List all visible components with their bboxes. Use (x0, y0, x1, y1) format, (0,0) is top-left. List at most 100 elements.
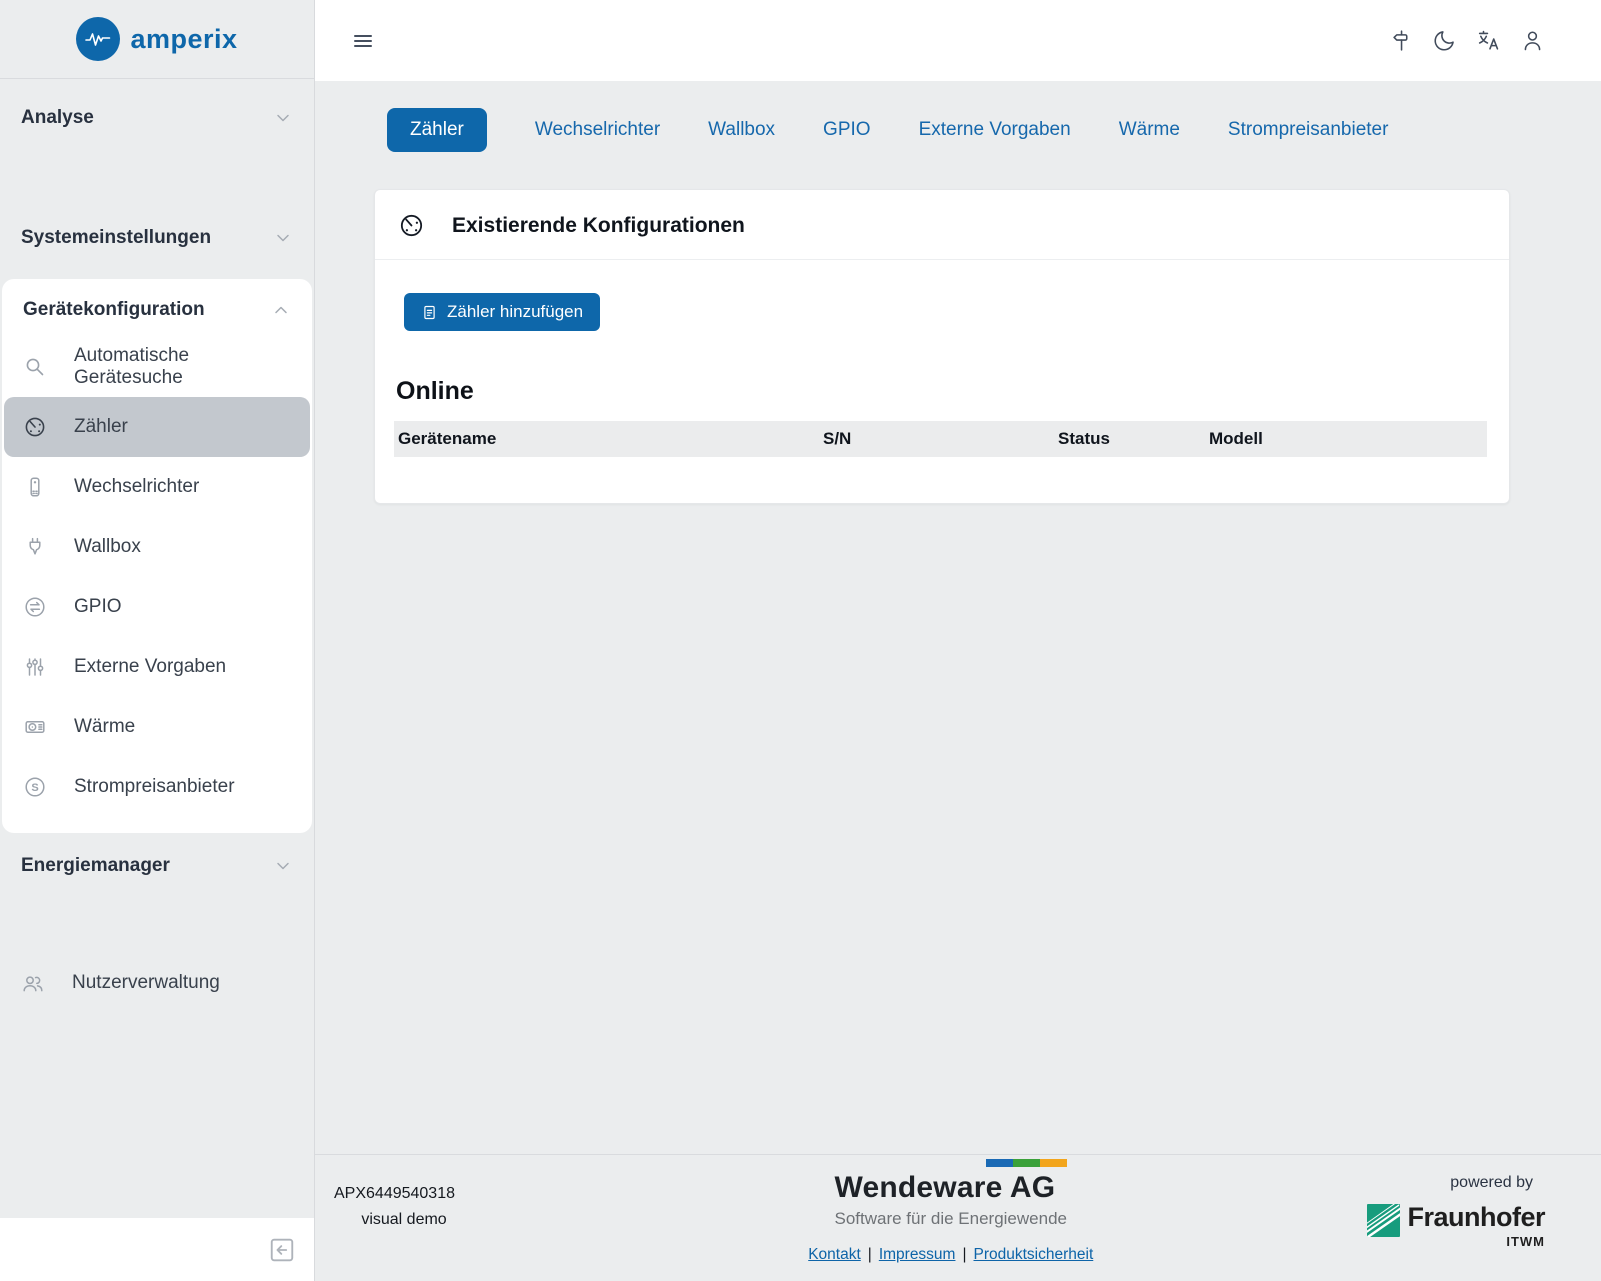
link-separator (861, 1246, 879, 1263)
powered-by-label: powered by (1450, 1174, 1533, 1192)
sidebar-section-analyse[interactable]: Analyse (0, 91, 314, 145)
sidebar-item-label: Wallbox (74, 536, 141, 558)
column-header-status: Status (1054, 429, 1205, 449)
sidebar-section-systemeinstellungen[interactable]: Systemeinstellungen (0, 211, 314, 265)
sidebar-item-label: Strompreisanbieter (74, 776, 235, 798)
column-header-geraetename: Gerätename (394, 429, 819, 449)
sidebar-item-strompreisanbieter[interactable]: S Strompreisanbieter (2, 757, 312, 817)
wendeware-brand: Wendeware AG Software für die Energiewen… (835, 1159, 1067, 1229)
link-kontakt[interactable]: Kontakt (808, 1246, 861, 1263)
fraunhofer-text: Fraunhofer ITWM (1407, 1204, 1545, 1249)
topbar (315, 0, 1601, 81)
sidebar-item-waerme[interactable]: Wärme (2, 697, 312, 757)
language-icon[interactable] (1476, 28, 1501, 53)
fraunhofer-logo: Fraunhofer ITWM (1367, 1204, 1545, 1249)
tab-waerme[interactable]: Wärme (1119, 119, 1180, 141)
user-icon[interactable] (1520, 28, 1545, 53)
tab-gpio[interactable]: GPIO (823, 119, 871, 141)
document-icon (421, 304, 438, 321)
amperix-logo-icon (76, 17, 120, 61)
tab-wallbox[interactable]: Wallbox (708, 119, 775, 141)
section-label: Systemeinstellungen (21, 227, 211, 249)
sidebar-item-label: Nutzerverwaltung (72, 972, 220, 994)
sidebar-item-gpio[interactable]: GPIO (2, 577, 312, 637)
device-info: APX6449540318 visual demo (334, 1185, 534, 1281)
price-circle-icon: S (23, 775, 47, 799)
sidebar-item-zaehler[interactable]: Zähler (4, 397, 310, 457)
footer-links: Kontakt Impressum Produktsicherheit (808, 1246, 1093, 1264)
sidebar-item-label: Wärme (74, 716, 135, 738)
sidebar-item-label: Externe Vorgaben (74, 656, 226, 678)
device-serial: APX6449540318 (334, 1185, 534, 1203)
sidebar: amperix Analyse Systemeinstellungen Gerä… (0, 0, 315, 1281)
sidebar-group-geraetekonfiguration: Gerätekonfiguration Automatische Gerätes… (2, 279, 312, 833)
chevron-up-icon (272, 301, 290, 319)
chevron-down-icon (274, 109, 292, 127)
sidebar-item-label: Wechselrichter (74, 476, 199, 498)
column-header-sn: S/N (819, 429, 1054, 449)
footer: APX6449540318 visual demo Wendeware AG S… (315, 1154, 1601, 1281)
sidebar-footer (0, 1218, 314, 1281)
logo-text: amperix (130, 24, 237, 55)
dark-mode-icon[interactable] (1432, 28, 1457, 53)
plug-icon (23, 535, 47, 559)
tab-wechselrichter[interactable]: Wechselrichter (535, 119, 660, 141)
section-label: Analyse (21, 107, 94, 129)
link-produktsicherheit[interactable]: Produktsicherheit (974, 1246, 1094, 1263)
link-impressum[interactable]: Impressum (879, 1246, 956, 1263)
sidebar-section-geraetekonfiguration[interactable]: Gerätekonfiguration (2, 283, 312, 337)
gpio-arrows-icon (23, 595, 47, 619)
company-name: Wendeware AG (835, 1171, 1067, 1205)
section-label: Energiemanager (21, 855, 170, 877)
fraunhofer-mark-icon (1367, 1204, 1400, 1237)
svg-text:S: S (31, 782, 38, 794)
heatpump-icon (23, 715, 47, 739)
sliders-icon (23, 655, 47, 679)
card-body: Zähler hinzufügen Online Gerätename S/N … (375, 293, 1509, 499)
tab-externe-vorgaben[interactable]: Externe Vorgaben (919, 119, 1071, 141)
company-tagline: Software für die Energiewende (835, 1209, 1067, 1229)
app-root: amperix Analyse Systemeinstellungen Gerä… (0, 0, 1601, 1281)
sidebar-item-nutzerverwaltung[interactable]: Nutzerverwaltung (0, 953, 314, 1013)
inverter-icon (23, 475, 47, 499)
sidebar-item-label: Automatische Gerätesuche (74, 345, 296, 389)
device-mode: visual demo (334, 1211, 474, 1229)
sidebar-item-wechselrichter[interactable]: Wechselrichter (2, 457, 312, 517)
search-icon (23, 355, 47, 379)
chevron-down-icon (274, 229, 292, 247)
footer-powered-by: powered by Fraunhofer (1367, 1174, 1545, 1281)
tab-zaehler[interactable]: Zähler (387, 108, 487, 152)
content-area: Zähler Wechselrichter Wallbox GPIO Exter… (315, 81, 1601, 1154)
sidebar-item-externe-vorgaben[interactable]: Externe Vorgaben (2, 637, 312, 697)
signpost-icon[interactable] (1388, 28, 1413, 53)
main-column: Zähler Wechselrichter Wallbox GPIO Exter… (315, 0, 1601, 1281)
topbar-icons (1388, 28, 1545, 53)
sidebar-item-automatische-geraetesuche[interactable]: Automatische Gerätesuche (2, 337, 312, 397)
chevron-down-icon (274, 857, 292, 875)
footer-brand: Wendeware AG Software für die Energiewen… (534, 1159, 1367, 1281)
tab-bar: Zähler Wechselrichter Wallbox GPIO Exter… (387, 108, 1510, 152)
tab-strompreisanbieter[interactable]: Strompreisanbieter (1228, 119, 1389, 141)
link-separator (955, 1246, 973, 1263)
column-header-modell: Modell (1205, 429, 1487, 449)
section-label: Gerätekonfiguration (23, 299, 205, 321)
logo[interactable]: amperix (0, 0, 314, 79)
sidebar-nav: Analyse Systemeinstellungen Gerätekonfig… (0, 79, 314, 1013)
sidebar-item-label: GPIO (74, 596, 122, 618)
wendeware-colorbar-icon (986, 1159, 1067, 1167)
table-header: Gerätename S/N Status Modell (394, 421, 1487, 457)
users-icon (21, 971, 45, 995)
sidebar-section-energiemanager[interactable]: Energiemanager (0, 839, 314, 893)
sidebar-collapse-button[interactable] (268, 1236, 296, 1264)
fraunhofer-name: Fraunhofer (1407, 1204, 1545, 1231)
add-meter-button-label: Zähler hinzufügen (447, 302, 583, 322)
sidebar-item-wallbox[interactable]: Wallbox (2, 517, 312, 577)
meter-icon (23, 415, 47, 439)
menu-icon[interactable] (350, 28, 376, 54)
add-meter-button[interactable]: Zähler hinzufügen (404, 293, 600, 331)
fraunhofer-institute: ITWM (1506, 1234, 1545, 1249)
sidebar-item-label: Zähler (74, 416, 128, 438)
config-card: Existierende Konfigurationen Zähler hinz… (374, 189, 1510, 504)
meter-icon (398, 212, 425, 239)
card-title: Existierende Konfigurationen (452, 214, 745, 238)
